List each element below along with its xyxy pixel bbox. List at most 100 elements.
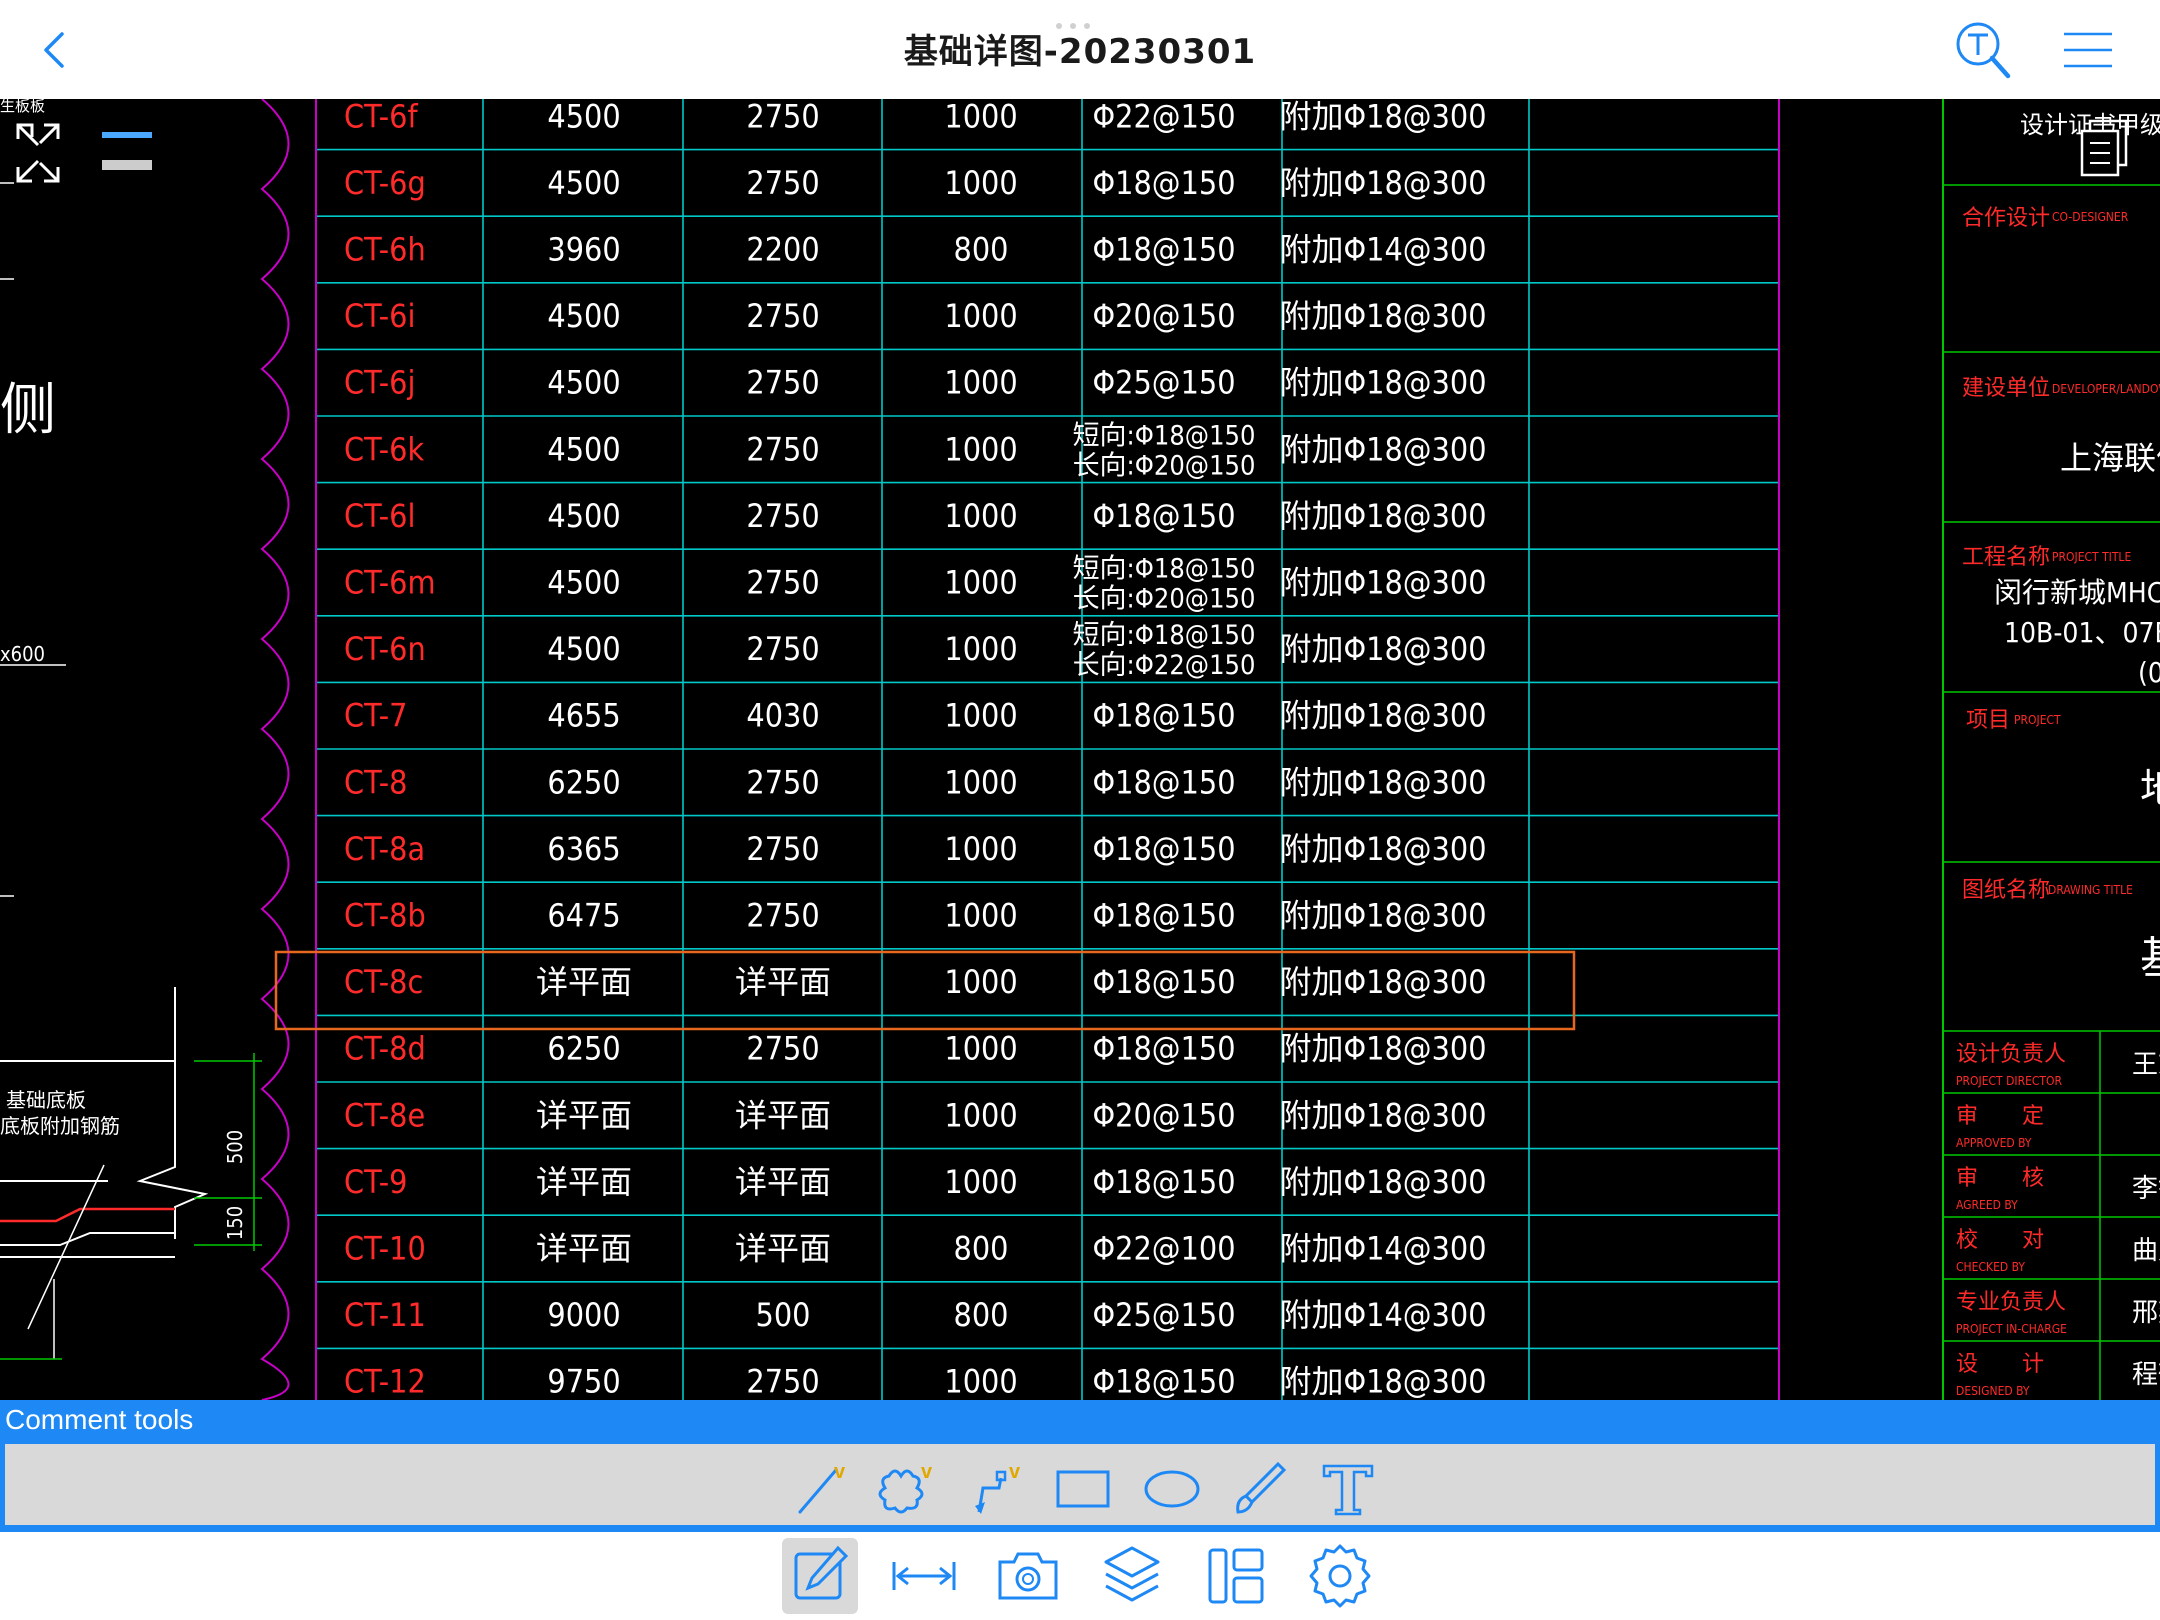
table-cell-type: CT-9 [344,1163,407,1201]
cloud-tool-button[interactable]: v [877,1456,941,1520]
table-cell: 2750 [746,297,819,335]
text-search-icon [1956,22,2011,79]
table-cell: 1000 [944,430,1017,468]
tb-role-row: 审 定 APPROVED BY [1956,1104,2044,1150]
edit-pencil-icon [794,1545,849,1600]
layers-button[interactable] [1094,1538,1170,1614]
table-row: CT-7 4655 4030 1000 Φ18@150 附加Φ18@300 [344,697,1487,735]
table-cell: 1000 [944,1363,1017,1400]
table-cell: 附加Φ18@300 [1279,963,1486,1001]
back-button[interactable] [36,20,76,80]
table-cell: 4500 [547,630,620,668]
cad-drawing-canvas[interactable]: 生板板 侧 x600 基础底板 底板附加钢筋 500 150 CT-6f 450… [0,99,2160,1400]
table-cell: 附加Φ18@300 [1279,830,1486,868]
table-row: CT-6l 4500 2750 1000 Φ18@150 附加Φ18@300 [344,497,1487,535]
table-cell: Φ25@150 [1092,1296,1235,1334]
tb-role-cn: 审 定 [1956,1104,2044,1129]
table-cell: 4030 [746,697,819,735]
table-cell: 6250 [547,1030,620,1068]
comment-tools-panel: v v v [0,1442,2160,1532]
table-cell-type: CT-6j [344,364,415,402]
tb-developer-en: DEVELOPER/LANDOWNER [2052,382,2160,396]
table-cell: 长向:Φ20@150 [1073,450,1256,481]
text-tool-button[interactable] [1316,1456,1380,1520]
tb-role-en: APPROVED BY [1956,1136,2032,1150]
table-cell-type: CT-6f [344,99,418,135]
table-cell: 长向:Φ20@150 [1073,584,1256,615]
tb-role-cn: 校 对 [1956,1228,2044,1253]
table-cell-type: CT-6i [344,297,415,335]
rectangle-tool-button[interactable] [1052,1456,1116,1520]
table-cell: 800 [954,1296,1009,1334]
table-cell: 附加Φ18@300 [1279,564,1486,602]
table-cell: 短向:Φ18@150 [1073,620,1256,651]
layers-icon [1104,1546,1160,1602]
table-cell-type: CT-8b [344,897,426,935]
table-cell-type: CT-7 [344,697,407,735]
table-cell: 详平面 [536,963,632,1001]
table-cell: Φ18@150 [1092,497,1235,535]
arrow-tool-button[interactable]: v [967,1456,1031,1520]
table-cell: 附加Φ18@300 [1279,897,1486,935]
table-cell: 1000 [944,1096,1017,1134]
comment-tools-bar: v v v [5,1444,2155,1525]
table-cell: 4500 [547,99,620,135]
pen-tool-button[interactable] [1228,1456,1292,1520]
reinforcement-table: CT-6f 4500 2750 1000 Φ22@150 附加Φ18@300 CT-6g 45… [315,99,1780,1400]
arrow-icon: v [975,1461,1021,1514]
table-cell-type: CT-6l [344,497,415,535]
dim-500: 500 [223,1130,247,1164]
page-title: 基础详图-20230301 [903,32,1257,72]
table-cell: 附加Φ18@300 [1279,297,1486,335]
table-cell: 2750 [746,364,819,402]
table-row: CT-8d 6250 2750 1000 Φ18@150 附加Φ18@300 [344,1030,1487,1068]
text-search-button[interactable] [1952,18,2016,82]
table-cell: 附加Φ18@300 [1279,1363,1486,1400]
table-cell: 详平面 [536,1230,632,1268]
cloud-icon: v [878,1461,933,1514]
camera-button[interactable] [990,1538,1066,1614]
table-cell: 4500 [547,430,620,468]
tb-role-name: 曲爱 [2132,1236,2160,1266]
table-cell: 详平面 [536,1096,632,1134]
table-cell: 2750 [746,630,819,668]
table-cell: 2750 [746,830,819,868]
table-cell: 附加Φ18@300 [1279,697,1486,735]
table-cell-type: CT-11 [344,1296,426,1334]
table-cell: Φ18@150 [1092,697,1235,735]
table-row: CT-9 详平面 详平面 1000 Φ18@150 附加Φ18@300 [344,1163,1487,1201]
svg-text:v: v [1009,1461,1021,1483]
table-cell: Φ18@150 [1092,763,1235,801]
drag-handle[interactable] [1056,14,1104,29]
tb-role-en: CHECKED BY [1956,1260,2025,1274]
table-cell: 1000 [944,564,1017,602]
menu-button[interactable] [2058,26,2118,72]
comment-mode-button[interactable] [782,1538,858,1614]
table-cell: 1000 [944,763,1017,801]
table-row: CT-12 9750 2750 1000 Φ18@150 附加Φ18@300 [344,1363,1487,1400]
tb-role-en: AGREED BY [1956,1198,2018,1212]
table-cell: 2750 [746,897,819,935]
tb-project-value: 地 [2140,766,2160,812]
table-cell: 1000 [944,697,1017,735]
table-cell: Φ18@150 [1092,897,1235,935]
table-cell: 4500 [547,164,620,202]
table-row: CT-10 详平面 详平面 800 Φ22@100 附加Φ14@300 [344,1230,1487,1268]
table-cell: 4500 [547,297,620,335]
table-cell: 2750 [746,164,819,202]
table-cell: 附加Φ14@300 [1279,1230,1486,1268]
table-cell: 800 [954,1230,1009,1268]
table-cell: Φ20@150 [1092,1096,1235,1134]
table-cell: 1000 [944,364,1017,402]
tb-co-designer-cn: 合作设计 [1962,206,2050,231]
settings-button[interactable] [1302,1538,1378,1614]
layout-button[interactable] [1198,1538,1274,1614]
note-line-2: 底板附加钢筋 [0,1114,120,1138]
table-cell: Φ18@150 [1092,1163,1235,1201]
measure-button[interactable] [886,1538,962,1614]
line-tool-button[interactable]: v [792,1456,856,1520]
tb-project-en: PROJECT [2014,713,2061,727]
ellipse-tool-button[interactable] [1140,1456,1204,1520]
table-cell: Φ18@150 [1092,1363,1235,1400]
text-t-icon [1322,1464,1374,1516]
